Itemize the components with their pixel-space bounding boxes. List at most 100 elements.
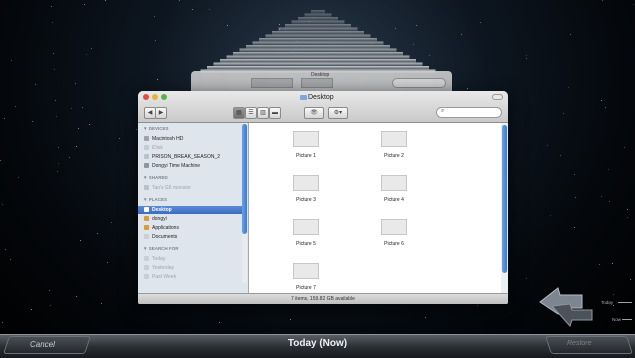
documents-icon (144, 234, 149, 240)
desktop-icon (144, 207, 149, 213)
timeline-tick-today[interactable] (618, 302, 632, 303)
file-item[interactable]: Picture 2 (364, 131, 424, 159)
cover-flow-button[interactable]: ▬ (269, 107, 281, 119)
sidebar-section-header[interactable]: ▼ DEVICES (143, 126, 168, 131)
stacked-window-edge[interactable] (265, 34, 371, 39)
sidebar-item-label: Dongyi Time Machine (152, 163, 201, 169)
sidebar-item-today[interactable]: Today (144, 255, 240, 263)
sidebar-item-past-week[interactable]: Past Week (144, 273, 240, 281)
sidebar-item-applications[interactable]: Applications (144, 224, 240, 232)
window-toolbar: Desktop ◀ ▶ ▦ ☰ ▥ ▬ 👁 ⚙▾ ⌕ (138, 91, 508, 123)
back-search-field (392, 78, 446, 88)
picture-file-icon (381, 219, 407, 235)
clock-icon (144, 274, 149, 280)
file-item[interactable]: Picture 4 (364, 175, 424, 203)
file-icon-grid: Picture 1 Picture 2 Picture 3 Picture 4 Pict… (249, 123, 501, 293)
sidebar-item-label: dongyi (152, 216, 167, 222)
sidebar-item-prison-break-season-2[interactable]: PRISON_BREAK_SEASON_2 (144, 153, 240, 161)
forward-button[interactable]: ▶ (155, 107, 167, 119)
minimize-button[interactable] (152, 94, 158, 100)
sidebar-item-label: Yesterday (152, 265, 175, 271)
stacked-window-edge[interactable] (246, 45, 390, 49)
picture-file-icon (293, 131, 319, 147)
stacked-window-edge[interactable] (252, 41, 384, 46)
stacked-window-edge[interactable] (298, 17, 338, 21)
stacked-window-edge[interactable] (220, 59, 416, 63)
cover-flow-icon: ▬ (272, 110, 278, 116)
icon-view-button[interactable]: ▦ (233, 107, 245, 119)
sidebar-item-dongyi-time-machine[interactable]: Dongyi Time Machine (144, 162, 240, 170)
finder-window[interactable]: Desktop ◀ ▶ ▦ ☰ ▥ ▬ 👁 ⚙▾ ⌕ ▼ DEVICES Mac… (138, 91, 508, 304)
time-navigation-arrows (539, 287, 593, 327)
folder-icon (300, 95, 307, 100)
sidebar-item-yesterday[interactable]: Yesterday (144, 264, 240, 272)
sidebar-item-dongyi[interactable]: dongyi (144, 215, 240, 223)
sidebar-item-idisk[interactable]: iDisk (144, 144, 240, 152)
file-item[interactable]: Picture 3 (276, 175, 336, 203)
file-label: Picture 1 (296, 153, 316, 159)
stacked-window-edge[interactable] (278, 27, 358, 32)
idisk-icon (144, 145, 149, 151)
file-item[interactable]: Picture 5 (276, 219, 336, 247)
clock-icon (144, 265, 149, 271)
sidebar-item-label: Tao's G5 monster (152, 185, 192, 191)
file-label: Picture 4 (384, 197, 404, 203)
zoom-button[interactable] (161, 94, 167, 100)
picture-file-icon (381, 175, 407, 191)
picture-file-icon (293, 219, 319, 235)
file-item[interactable]: Picture 1 (276, 131, 336, 159)
gear-icon: ⚙▾ (333, 110, 343, 116)
action-menu-button[interactable]: ⚙▾ (328, 107, 348, 119)
sidebar-scrollbar-thumb[interactable] (242, 124, 247, 234)
file-label: Picture 7 (296, 285, 316, 291)
disc-icon (144, 154, 149, 160)
sidebar-section-header[interactable]: ▼ SEARCH FOR (143, 246, 178, 251)
sidebar-item-tao-s-g5-monster[interactable]: Tao's G5 monster (144, 184, 240, 192)
sidebar-section-header[interactable]: ▼ PLACES (143, 197, 167, 202)
back-finder-window[interactable]: Desktop (191, 71, 452, 93)
timeline-tick-now[interactable] (622, 319, 632, 320)
list-view-button[interactable]: ☰ (245, 107, 257, 119)
sidebar-item-label: Documents (152, 234, 178, 240)
timeline-label-now: Now (612, 317, 622, 322)
stacked-window-edge[interactable] (272, 31, 364, 35)
sidebar-item-label: PRISON_BREAK_SEASON_2 (152, 154, 221, 160)
list-view-icon: ☰ (248, 110, 254, 116)
restore-button-label: Restore (567, 340, 592, 347)
content-scrollbar-thumb[interactable] (502, 125, 507, 273)
stacked-window-edge[interactable] (233, 52, 403, 56)
stacked-window-edge[interactable] (213, 62, 423, 67)
stacked-window-edge[interactable] (207, 66, 429, 70)
time-machine-drive-icon (144, 163, 149, 169)
stacked-window-edge[interactable] (259, 38, 377, 42)
sidebar-item-documents[interactable]: Documents (144, 233, 240, 241)
stacked-window-edge[interactable] (239, 48, 397, 53)
sidebar-item-macintosh-hd[interactable]: Macintosh HD (144, 135, 240, 143)
picture-file-icon (381, 131, 407, 147)
stacked-window-edge[interactable] (304, 13, 332, 18)
stacked-window-edge[interactable] (311, 10, 325, 14)
back-view-buttons (251, 78, 293, 88)
picture-file-icon (293, 263, 319, 279)
window-title: Desktop (308, 94, 334, 101)
network-computer-icon (144, 185, 149, 191)
file-item[interactable]: Picture 7 (276, 263, 336, 291)
quick-look-button[interactable]: 👁 (304, 107, 324, 119)
eye-icon: 👁 (310, 110, 318, 116)
column-view-button[interactable]: ▥ (257, 107, 269, 119)
close-button[interactable] (143, 94, 149, 100)
search-field[interactable]: ⌕ (436, 107, 502, 118)
time-machine-scene: Desktop Desktop ◀ ▶ ▦ ☰ ▥ ▬ 👁 ⚙▾ ⌕ ▼ DEV… (0, 0, 635, 358)
toolbar-toggle-button[interactable] (492, 94, 503, 100)
sidebar-item-desktop[interactable]: Desktop (138, 206, 242, 214)
sidebar: ▼ DEVICES Macintosh HD iDisk PRISON_BREAK_S… (138, 123, 249, 293)
home-icon (144, 216, 149, 222)
file-item[interactable]: Picture 6 (364, 219, 424, 247)
stacked-window-edge[interactable] (226, 55, 410, 60)
stacked-window-edge[interactable] (285, 24, 351, 28)
stacked-window-edge[interactable] (291, 20, 345, 25)
file-label: Picture 6 (384, 241, 404, 247)
sidebar-item-label: iDisk (152, 145, 163, 151)
sidebar-section-header[interactable]: ▼ SHARED (143, 175, 168, 180)
sidebar-item-label: Macintosh HD (152, 136, 184, 142)
